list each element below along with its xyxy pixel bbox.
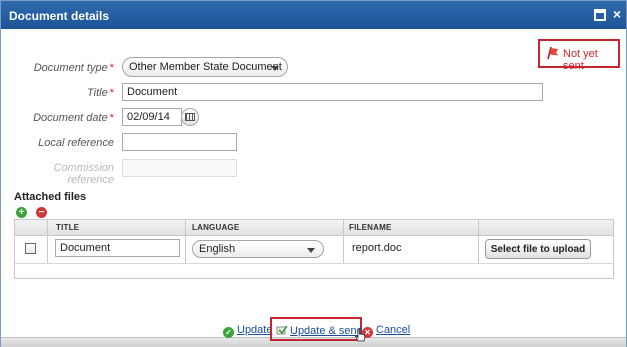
- calendar-icon: [185, 113, 195, 121]
- language-value: English: [199, 243, 236, 255]
- hand-cursor-icon: [354, 328, 366, 342]
- remove-file-icon[interactable]: −: [36, 207, 47, 218]
- column-header-title: TITLE: [56, 223, 80, 232]
- dialog-titlebar: Document details ×: [1, 1, 626, 29]
- status-badge: Not yet sent: [538, 39, 620, 72]
- filename-text: report.doc: [352, 242, 402, 254]
- commission-reference-label: Commission reference: [53, 162, 114, 186]
- dialog-title: Document details: [9, 9, 110, 23]
- document-type-select[interactable]: Other Member State Document: [122, 57, 288, 77]
- table-header: TITLE LANGUAGE FILENAME: [15, 220, 613, 236]
- row-select-checkbox[interactable]: [25, 243, 36, 254]
- chevron-down-icon: [307, 248, 315, 253]
- add-file-icon[interactable]: +: [16, 207, 27, 218]
- local-reference-input[interactable]: [122, 133, 237, 151]
- maximize-icon[interactable]: [594, 9, 606, 21]
- document-date-label: Document date *: [33, 112, 114, 124]
- attached-files-table: TITLE LANGUAGE FILENAME Document English…: [14, 219, 614, 279]
- commission-reference-input: [122, 159, 237, 177]
- check-icon: ✓: [223, 327, 234, 338]
- document-details-dialog: Document details × Not yet sent Document…: [0, 0, 627, 347]
- close-icon[interactable]: ×: [610, 6, 624, 22]
- table-row: Document English report.doc Select file …: [15, 236, 613, 264]
- file-title-input[interactable]: Document: [55, 239, 180, 257]
- attached-files-heading: Attached files: [14, 191, 87, 203]
- send-icon: [276, 325, 288, 335]
- flag-icon: [547, 46, 559, 60]
- document-type-value: Other Member State Document: [129, 61, 282, 73]
- status-text: Not yet sent: [563, 48, 598, 72]
- local-reference-label: Local reference: [38, 137, 114, 149]
- update-link[interactable]: ✓ Update: [223, 324, 272, 338]
- column-header-filename: FILENAME: [349, 223, 392, 232]
- cancel-link[interactable]: ✕ Cancel: [362, 324, 410, 338]
- language-select[interactable]: English: [192, 240, 324, 258]
- document-date-input[interactable]: 02/09/14: [122, 108, 182, 126]
- title-input[interactable]: Document: [122, 83, 543, 101]
- update-send-link[interactable]: Update & send: [276, 324, 363, 337]
- column-header-language: LANGUAGE: [192, 223, 240, 232]
- calendar-button[interactable]: [181, 108, 199, 126]
- chevron-down-icon: [271, 66, 279, 71]
- document-type-label: Document type *: [33, 62, 114, 74]
- select-file-button[interactable]: Select file to upload: [485, 239, 591, 259]
- title-label: Title *: [87, 87, 114, 99]
